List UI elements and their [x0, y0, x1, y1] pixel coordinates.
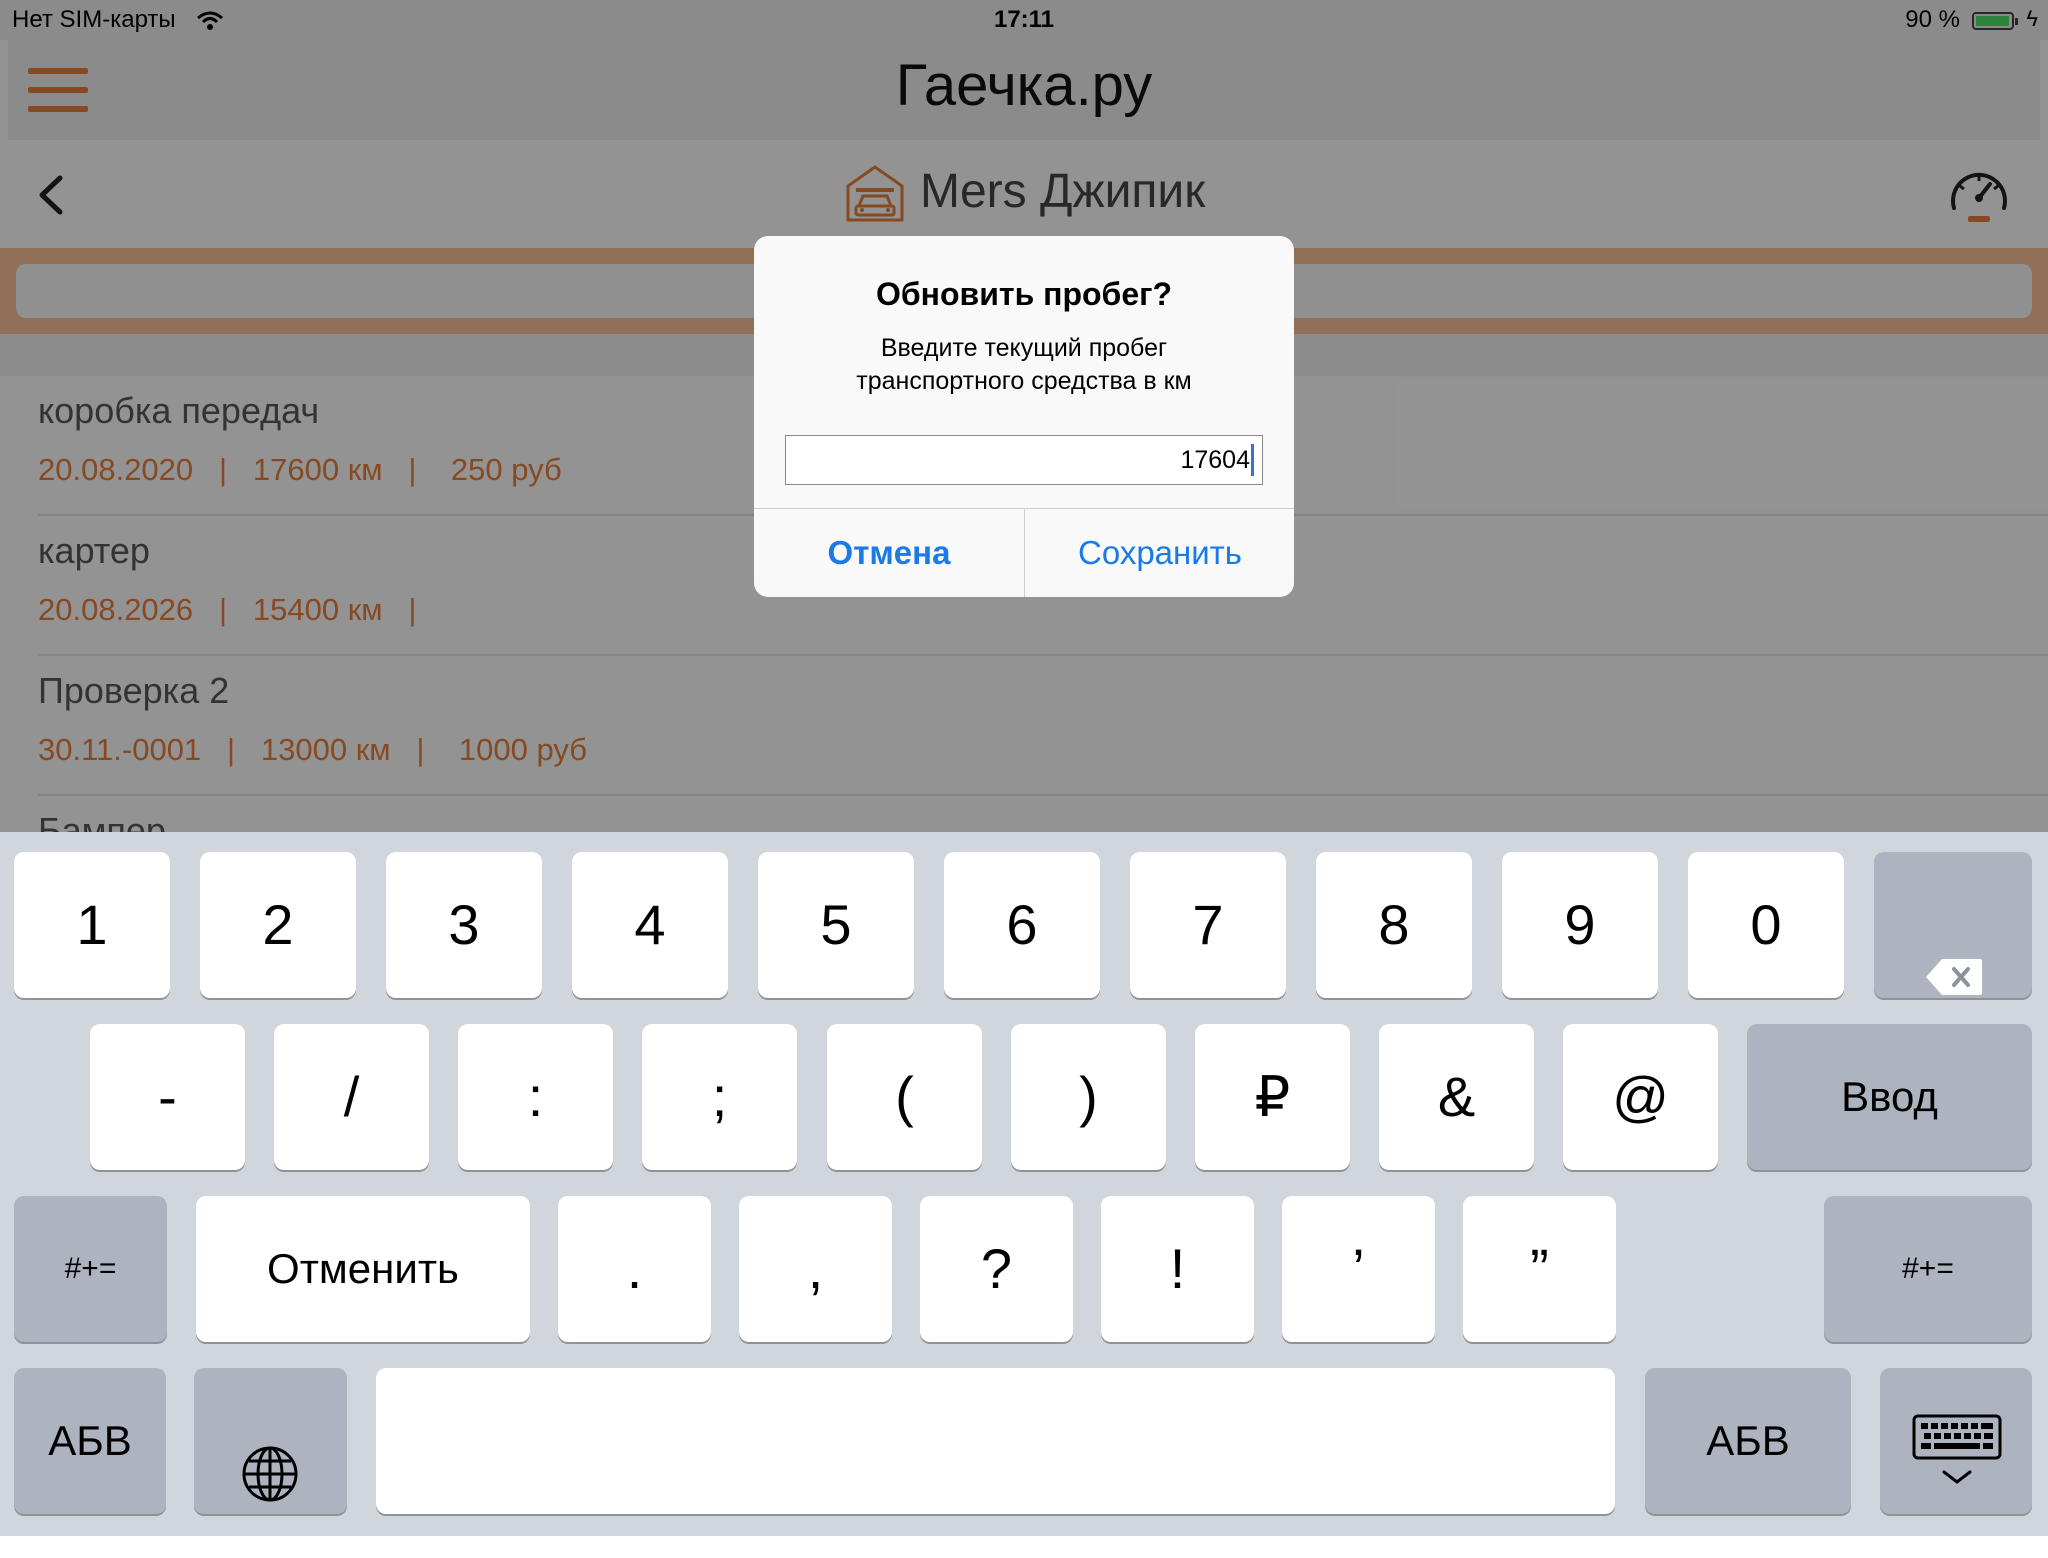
onscreen-keyboard: 1 2 3 4 5 6 7 8 9 0 - / : ; ( ) ₽ & @ Вв… — [0, 832, 2048, 1536]
globe-icon — [240, 1412, 300, 1558]
undo-key[interactable]: Отменить — [196, 1196, 530, 1342]
key-slash[interactable]: / — [274, 1024, 429, 1170]
key-comma[interactable]: , — [739, 1196, 892, 1342]
key-7[interactable]: 7 — [1130, 852, 1286, 998]
enter-key[interactable]: Ввод — [1747, 1024, 2032, 1170]
key-paren-close[interactable]: ) — [1011, 1024, 1166, 1170]
abc-key-left[interactable]: АБВ — [14, 1368, 166, 1514]
key-1[interactable]: 1 — [14, 852, 170, 998]
symbols-key-right[interactable]: #+= — [1824, 1196, 2032, 1342]
key-0[interactable]: 0 — [1688, 852, 1844, 998]
key-9[interactable]: 9 — [1502, 852, 1658, 998]
globe-key[interactable] — [194, 1368, 347, 1514]
key-question[interactable]: ? — [920, 1196, 1073, 1342]
mileage-input[interactable]: 17604 — [785, 435, 1263, 485]
key-apostrophe[interactable]: ’ — [1282, 1196, 1435, 1342]
key-hyphen[interactable]: - — [90, 1024, 245, 1170]
dialog-message: Введите текущий пробег транспортного сре… — [856, 334, 1192, 395]
key-ruble[interactable]: ₽ — [1195, 1024, 1350, 1170]
keyboard-hide-icon — [1912, 1402, 2002, 1548]
key-quote[interactable]: ” — [1463, 1196, 1616, 1342]
abc-key-right[interactable]: АБВ — [1645, 1368, 1851, 1514]
key-8[interactable]: 8 — [1316, 852, 1472, 998]
update-mileage-dialog: Обновить пробег? Введите текущий пробег … — [754, 236, 1294, 597]
key-period[interactable]: . — [558, 1196, 711, 1342]
key-4[interactable]: 4 — [572, 852, 728, 998]
mileage-value: 17604 — [1180, 446, 1250, 474]
key-paren-open[interactable]: ( — [827, 1024, 982, 1170]
key-6[interactable]: 6 — [944, 852, 1100, 998]
dialog-title: Обновить пробег? — [876, 276, 1172, 312]
key-5[interactable]: 5 — [758, 852, 914, 998]
key-colon[interactable]: : — [458, 1024, 613, 1170]
hide-keyboard-key[interactable] — [1880, 1368, 2032, 1514]
key-2[interactable]: 2 — [200, 852, 356, 998]
space-key[interactable] — [376, 1368, 1615, 1514]
key-exclamation[interactable]: ! — [1101, 1196, 1254, 1342]
key-ampersand[interactable]: & — [1379, 1024, 1534, 1170]
symbols-key-left[interactable]: #+= — [14, 1196, 167, 1342]
save-button[interactable]: Сохранить — [1025, 508, 1294, 597]
key-3[interactable]: 3 — [386, 852, 542, 998]
backspace-key[interactable] — [1874, 852, 2032, 998]
key-semicolon[interactable]: ; — [642, 1024, 797, 1170]
text-cursor — [1251, 444, 1254, 476]
key-at[interactable]: @ — [1563, 1024, 1718, 1170]
cancel-button[interactable]: Отмена — [754, 508, 1024, 597]
